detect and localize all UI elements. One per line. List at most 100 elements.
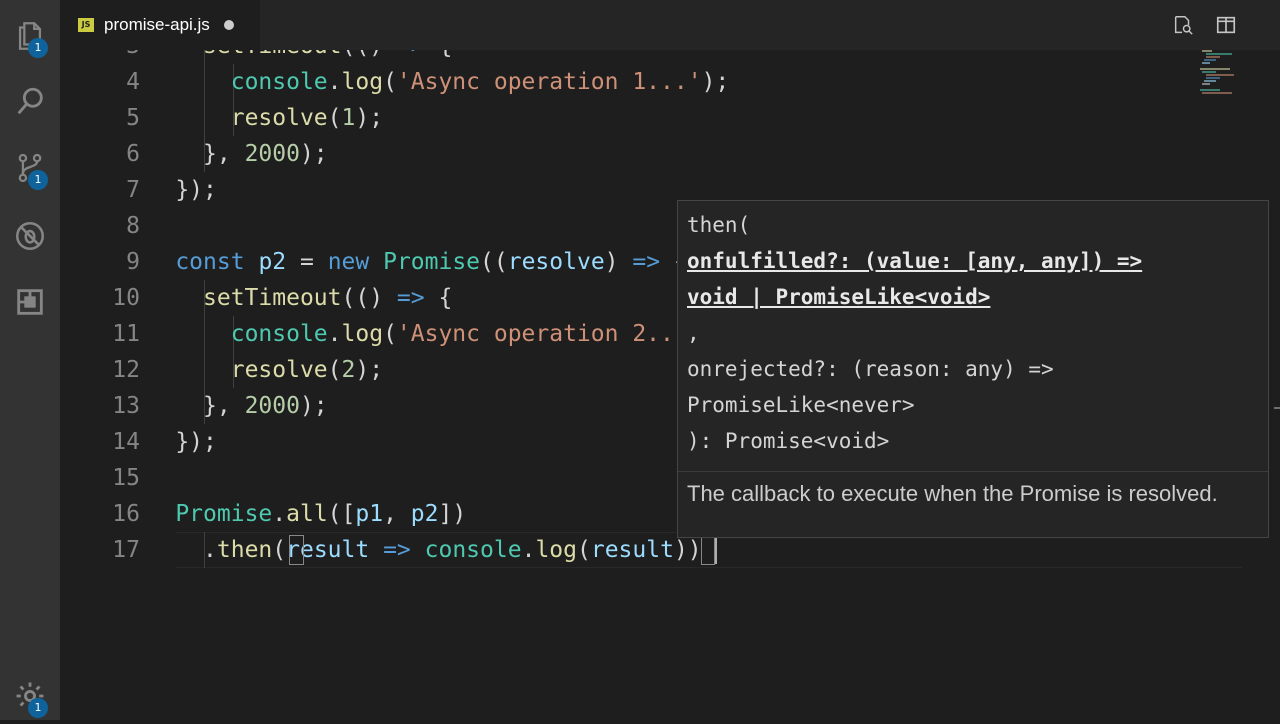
code-token: ); <box>299 393 328 419</box>
code-token: then <box>216 537 273 563</box>
code-token: result <box>590 537 674 563</box>
code-token: log <box>535 537 577 563</box>
code-token: }, <box>147 393 245 419</box>
minimap-line <box>1202 50 1212 52</box>
active-parameter-line-2: void | PromiseLike<void> <box>687 285 991 309</box>
debug-button[interactable] <box>0 208 60 264</box>
line-number: 6 <box>126 141 140 167</box>
code-token: . <box>272 501 287 527</box>
open-changes-icon <box>1174 16 1193 35</box>
extensions-icon <box>17 289 43 315</box>
code-token: => <box>632 249 661 275</box>
code-token: resolve <box>230 105 328 131</box>
split-editor-icon <box>1216 16 1236 34</box>
line-number: 7 <box>126 177 140 203</box>
code-text: resolve(2); <box>148 352 383 388</box>
code-token: 1 <box>341 105 356 131</box>
code-line[interactable]: 6 }, 2000); <box>60 136 1280 172</box>
code-token: . <box>521 537 536 563</box>
text-cursor <box>714 536 717 564</box>
extensions-button[interactable] <box>0 274 60 330</box>
code-token: ); <box>355 105 384 131</box>
minimap-line <box>1202 92 1232 94</box>
settings-badge: 1 <box>28 698 48 718</box>
activity-bar: 1 1 1 <box>0 0 60 720</box>
unsaved-dot-icon[interactable] <box>223 20 234 30</box>
parameter-2-line-1: onrejected?: (reason: any) => <box>687 357 1054 381</box>
code-token: }); <box>147 429 217 455</box>
code-token: 2 <box>341 357 356 383</box>
search-icon <box>17 87 43 115</box>
return-type: ): Promise<void> <box>687 429 890 453</box>
code-token: console <box>230 321 328 347</box>
code-token: )) <box>673 537 702 563</box>
code-token: => <box>397 50 425 59</box>
minimap-line <box>1202 83 1210 85</box>
open-changes-button[interactable] <box>1170 12 1196 38</box>
scrollbar-marker[interactable] <box>1274 407 1280 409</box>
code-token: ); <box>701 69 730 95</box>
code-token: 2000 <box>244 141 300 167</box>
code-token: . <box>327 321 342 347</box>
code-token: ( <box>327 105 342 131</box>
code-token: ) <box>604 249 633 275</box>
code-token: => <box>383 537 411 563</box>
code-token: ( <box>576 537 591 563</box>
code-token: . <box>327 69 342 95</box>
line-number: 5 <box>126 105 140 131</box>
minimap[interactable] <box>1198 50 1270 110</box>
source-control-button[interactable]: 1 <box>0 140 60 196</box>
minimap-line <box>1204 59 1216 61</box>
code-token: console <box>424 537 522 563</box>
code-token: all <box>286 501 328 527</box>
code-token: log <box>341 321 384 347</box>
code-token: ( <box>383 321 397 347</box>
bracket-match-open <box>289 535 304 565</box>
code-token: resolve <box>507 249 605 275</box>
code-token: 2000 <box>244 393 300 419</box>
parameter-hints-widget: then( onfulfilled?: (value: [any, any]) … <box>677 200 1269 538</box>
code-token: ); <box>299 141 328 167</box>
search-button[interactable] <box>0 74 60 130</box>
minimap-line <box>1206 56 1220 58</box>
line-number: 4 <box>126 69 140 95</box>
code-text: setTimeout(() => { <box>148 280 452 316</box>
explorer-button[interactable]: 1 <box>0 8 60 64</box>
code-token: (() <box>342 50 397 59</box>
minimap-line <box>1206 53 1232 55</box>
tab-filename: promise-api.js <box>104 15 210 34</box>
code-token: console <box>230 69 328 95</box>
line-number: 12 <box>112 357 140 383</box>
editor-tab[interactable]: JS promise-api.js <box>60 0 260 50</box>
code-line[interactable]: 4 console.log('Async operation 1...'); <box>60 64 1280 100</box>
split-editor-button[interactable] <box>1213 12 1239 38</box>
code-token: Promise <box>175 501 273 527</box>
code-token: ([ <box>327 501 356 527</box>
code-text: .then(result => console.log(result)) <box>148 532 702 568</box>
line-number: 14 <box>112 429 140 455</box>
code-token: { <box>425 50 452 59</box>
code-token: ( <box>383 69 397 95</box>
code-text: const p2 = new Promise((resolve) => { <box>148 244 687 280</box>
line-number: 8 <box>126 213 140 239</box>
signature-name: then( <box>687 213 751 237</box>
code-token: ( <box>327 357 342 383</box>
javascript-file-icon: JS <box>78 18 94 32</box>
code-text: }); <box>148 424 217 460</box>
code-text: Promise.all([p1, p2]) <box>148 496 466 532</box>
code-line[interactable]: 3 setTimeout(() => { <box>60 50 1280 64</box>
code-token: setTimeout <box>203 285 342 311</box>
code-token: }); <box>147 177 217 203</box>
code-token: p2 <box>410 501 439 527</box>
code-line[interactable]: 5 resolve(1); <box>60 100 1280 136</box>
minimap-line <box>1206 77 1220 79</box>
code-text: resolve(1); <box>148 100 383 136</box>
manage-button[interactable]: 1 <box>0 668 60 724</box>
